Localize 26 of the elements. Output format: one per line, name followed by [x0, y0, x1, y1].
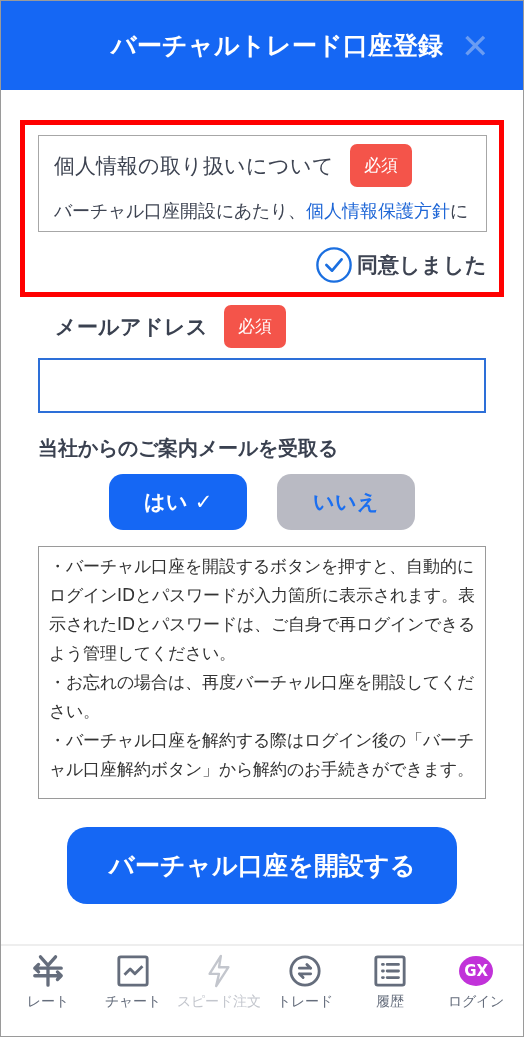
- chart-icon: [116, 954, 151, 988]
- speech-bubble-badge: GX: [459, 956, 494, 986]
- open-account-button[interactable]: バーチャル口座を開設する: [67, 827, 457, 904]
- nav-item[interactable]: GX ログイン: [436, 954, 517, 1036]
- notice-text: ・バーチャル口座を解約する際はログイン後の「バーチャル口座解約ボタン」から解約のお手続きができます。: [49, 729, 475, 781]
- privacy-text: バーチャル口座開設にあたり、個人情報保護方針に: [54, 199, 469, 223]
- nav-item[interactable]: トレード: [264, 954, 345, 1036]
- section-title: 個人情報の取り扱いについて: [54, 152, 334, 180]
- swap-icon: [287, 954, 322, 988]
- yen-arrows-icon: [30, 954, 65, 988]
- required-tag: 必須: [224, 305, 286, 348]
- nav-item[interactable]: レート: [7, 954, 88, 1036]
- email-field[interactable]: [38, 358, 486, 413]
- nav-item[interactable]: 履歴: [350, 954, 431, 1036]
- agree-check-icon[interactable]: [315, 246, 353, 284]
- option-button[interactable]: はい ✓: [109, 474, 247, 530]
- privacy-policy-link[interactable]: 個人情報保護方針: [306, 200, 450, 221]
- window-title: バーチャルトレード口座登録: [111, 30, 443, 62]
- field-label: 当社からのご案内メールを受取る: [37, 435, 339, 462]
- notice-text: ・バーチャル口座を開設するボタンを押すと、自動的にログインIDとパスワードが入力箇所に表示されます。表示されたIDとパスワードは、ご自身で再ログインできるよう管理してください。: [49, 555, 477, 665]
- agree-label: 同意しました: [357, 252, 487, 279]
- notice-text: ・お忘れの場合は、再度バーチャル口座を開設してください。: [49, 671, 475, 723]
- required-tag: 必須: [350, 144, 412, 187]
- nav-item[interactable]: チャート: [93, 954, 174, 1036]
- field-label: メールアドレス: [55, 313, 208, 341]
- list-icon: [373, 954, 408, 988]
